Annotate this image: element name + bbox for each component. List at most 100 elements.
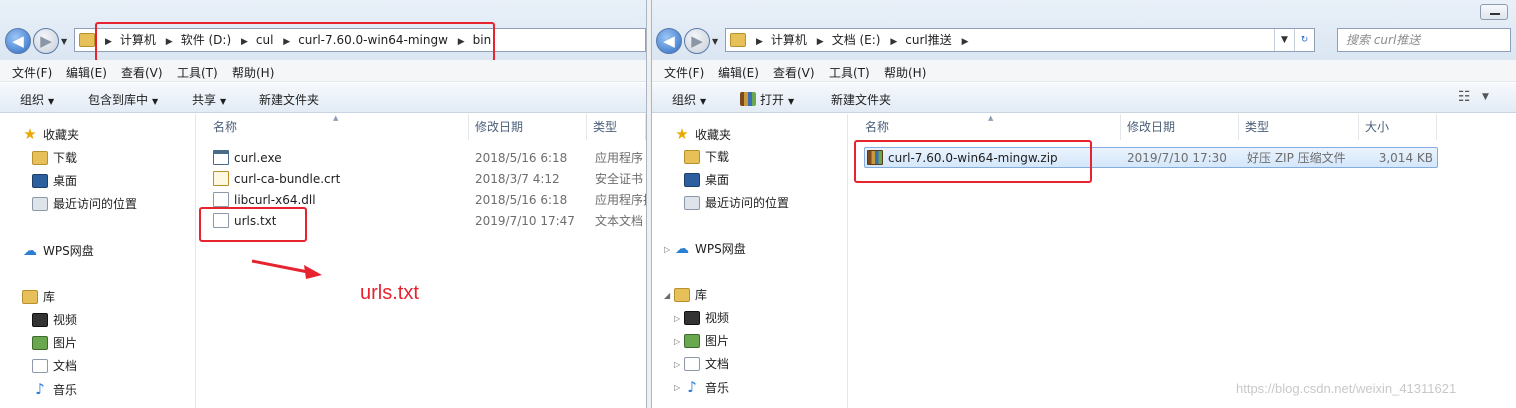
breadcrumb-item[interactable]: 文档 (E:) — [832, 29, 881, 51]
breadcrumb-item[interactable]: 计算机 — [771, 29, 807, 51]
file-row[interactable]: libcurl-x64.dll 2018/5/16 6:18 应用程序扩 — [213, 190, 646, 211]
file-type: 应用程序扩 — [595, 193, 646, 207]
command-bar: 组织 ▼ 包含到库中 ▼ 共享 ▼ 新建文件夹 — [0, 83, 646, 113]
chevron-right-icon[interactable]: ▶ — [962, 31, 969, 53]
nav-desktop[interactable]: 桌面 — [684, 170, 729, 190]
nav-pictures[interactable]: 图片 — [32, 333, 77, 353]
chevron-right-icon[interactable]: ▶ — [283, 31, 290, 53]
menu-edit[interactable]: 编辑(E) — [718, 64, 759, 81]
nav-favorites[interactable]: ★ 收藏夹 — [22, 124, 79, 144]
recent-places-icon — [684, 196, 700, 210]
nav-downloads[interactable]: 下载 — [684, 147, 729, 167]
file-row[interactable]: urls.txt 2019/7/10 17:47 文本文档 — [213, 211, 646, 232]
view-options-dropdown-icon[interactable]: ▼ — [1482, 92, 1489, 102]
nav-library[interactable]: 库 — [22, 287, 55, 307]
nav-label: 下载 — [705, 150, 730, 164]
chevron-right-icon[interactable]: ▶ — [756, 31, 763, 53]
search-input[interactable]: 搜索 curl推送 — [1337, 28, 1511, 52]
menu-help[interactable]: 帮助(H) — [884, 64, 926, 81]
breadcrumb-item[interactable]: 计算机 — [120, 29, 156, 51]
menu-edit[interactable]: 编辑(E) — [66, 64, 107, 81]
file-row[interactable]: curl.exe 2018/5/16 6:18 应用程序 — [213, 148, 646, 169]
address-history-dropdown[interactable]: ▼ — [1274, 29, 1294, 51]
desktop-icon — [684, 173, 700, 187]
nav-music[interactable]: ♪ 音乐 — [684, 377, 729, 397]
nav-recent[interactable]: 最近访问的位置 — [684, 193, 789, 213]
nav-video[interactable]: 视频 — [32, 310, 77, 330]
breadcrumb-item[interactable]: 软件 (D:) — [181, 29, 231, 51]
include-in-library-button[interactable]: 包含到库中 ▼ — [88, 91, 158, 108]
open-button[interactable]: 打开 ▼ — [740, 91, 794, 108]
column-header-size[interactable]: 大小 — [1359, 114, 1437, 140]
refresh-icon[interactable]: ↻ — [1294, 29, 1314, 51]
back-button[interactable]: ◀ — [5, 28, 31, 54]
column-header-name[interactable]: 名称 — [207, 114, 469, 140]
chevron-right-icon[interactable]: ▶ — [241, 31, 248, 53]
file-row[interactable]: curl-ca-bundle.crt 2018/3/7 4:12 安全证书 — [213, 169, 646, 190]
nav-pictures[interactable]: 图片 — [684, 331, 729, 351]
expand-arrow-icon[interactable]: ▷ — [664, 245, 670, 254]
nav-label: 视频 — [705, 311, 730, 325]
menu-file[interactable]: 文件(F) — [12, 64, 52, 81]
menu-help[interactable]: 帮助(H) — [232, 64, 274, 81]
change-view-icon[interactable]: ☷ — [1458, 89, 1471, 105]
nav-documents[interactable]: 文档 — [684, 354, 729, 374]
chevron-down-icon: ▼ — [152, 97, 159, 106]
column-header-type[interactable]: 类型 — [1239, 114, 1359, 140]
nav-label: 库 — [695, 288, 708, 302]
new-folder-button[interactable]: 新建文件夹 — [259, 91, 319, 108]
collapse-arrow-icon[interactable]: ◢ — [664, 291, 670, 300]
nav-library[interactable]: 库 — [674, 285, 707, 305]
address-bar[interactable]: ▶ 计算机 ▶ 文档 (E:) ▶ curl推送 ▶ ▼ ↻ — [725, 28, 1315, 52]
recent-pages-dropdown-icon[interactable]: ▼ — [712, 37, 718, 46]
menu-tools[interactable]: 工具(T) — [177, 64, 218, 81]
column-header-name[interactable]: 名称 — [859, 114, 1121, 140]
chevron-right-icon[interactable]: ▶ — [890, 31, 897, 53]
menu-view[interactable]: 查看(V) — [773, 64, 815, 81]
nav-favorites[interactable]: ★ 收藏夹 — [674, 124, 731, 144]
nav-documents[interactable]: 文档 — [32, 356, 77, 376]
breadcrumb-item[interactable]: bin — [473, 29, 492, 51]
expand-arrow-icon[interactable]: ▷ — [674, 337, 680, 346]
nav-recent[interactable]: 最近访问的位置 — [32, 194, 137, 214]
expand-arrow-icon[interactable]: ▷ — [674, 360, 680, 369]
recent-pages-dropdown-icon[interactable]: ▼ — [61, 37, 67, 46]
forward-button[interactable]: ▶ — [33, 28, 59, 54]
chevron-right-icon[interactable]: ▶ — [458, 31, 465, 53]
chevron-right-icon[interactable]: ▶ — [105, 31, 112, 53]
menu-tools[interactable]: 工具(T) — [829, 64, 870, 81]
share-button[interactable]: 共享 ▼ — [192, 91, 226, 108]
expand-arrow-icon[interactable]: ▷ — [674, 383, 680, 392]
nav-wps[interactable]: ☁ WPS网盘 — [674, 239, 746, 259]
menu-file[interactable]: 文件(F) — [664, 64, 704, 81]
menu-view[interactable]: 查看(V) — [121, 64, 163, 81]
nav-wps[interactable]: ☁ WPS网盘 — [22, 241, 94, 261]
zip-archive-icon — [867, 150, 883, 165]
breadcrumb-item[interactable]: curl-7.60.0-win64-mingw — [298, 29, 448, 51]
back-button[interactable]: ◀ — [656, 28, 682, 54]
breadcrumb-item[interactable]: curl推送 — [905, 29, 951, 51]
minimize-button[interactable] — [1480, 4, 1508, 20]
nav-desktop[interactable]: 桌面 — [32, 171, 77, 191]
expand-arrow-icon[interactable]: ▷ — [674, 314, 680, 323]
nav-label: 下载 — [53, 151, 78, 165]
breadcrumb-item[interactable]: cul — [256, 29, 274, 51]
organize-button[interactable]: 组织 ▼ — [672, 91, 706, 108]
organize-button[interactable]: 组织 ▼ — [20, 91, 54, 108]
cloud-icon: ☁ — [23, 243, 37, 259]
column-header-date[interactable]: 修改日期 — [469, 114, 587, 140]
address-bar[interactable]: ▶ 计算机 ▶ 软件 (D:) ▶ cul ▶ curl-7.60.0-win64-mi… — [74, 28, 646, 52]
column-header-type[interactable]: 类型 — [587, 114, 646, 140]
new-folder-button[interactable]: 新建文件夹 — [831, 91, 891, 108]
nav-video[interactable]: 视频 — [684, 308, 729, 328]
file-row[interactable]: curl-7.60.0-win64-mingw.zip 2019/7/10 17… — [864, 147, 1438, 168]
forward-button[interactable]: ▶ — [684, 28, 710, 54]
file-name: libcurl-x64.dll — [234, 193, 316, 207]
chevron-right-icon[interactable]: ▶ — [817, 31, 824, 53]
chevron-right-icon[interactable]: ▶ — [166, 31, 173, 53]
desktop-icon — [32, 174, 48, 188]
file-name-cell: curl-ca-bundle.crt — [213, 169, 340, 190]
nav-downloads[interactable]: 下载 — [32, 148, 77, 168]
nav-music[interactable]: ♪ 音乐 — [32, 379, 77, 399]
column-header-date[interactable]: 修改日期 — [1121, 114, 1239, 140]
